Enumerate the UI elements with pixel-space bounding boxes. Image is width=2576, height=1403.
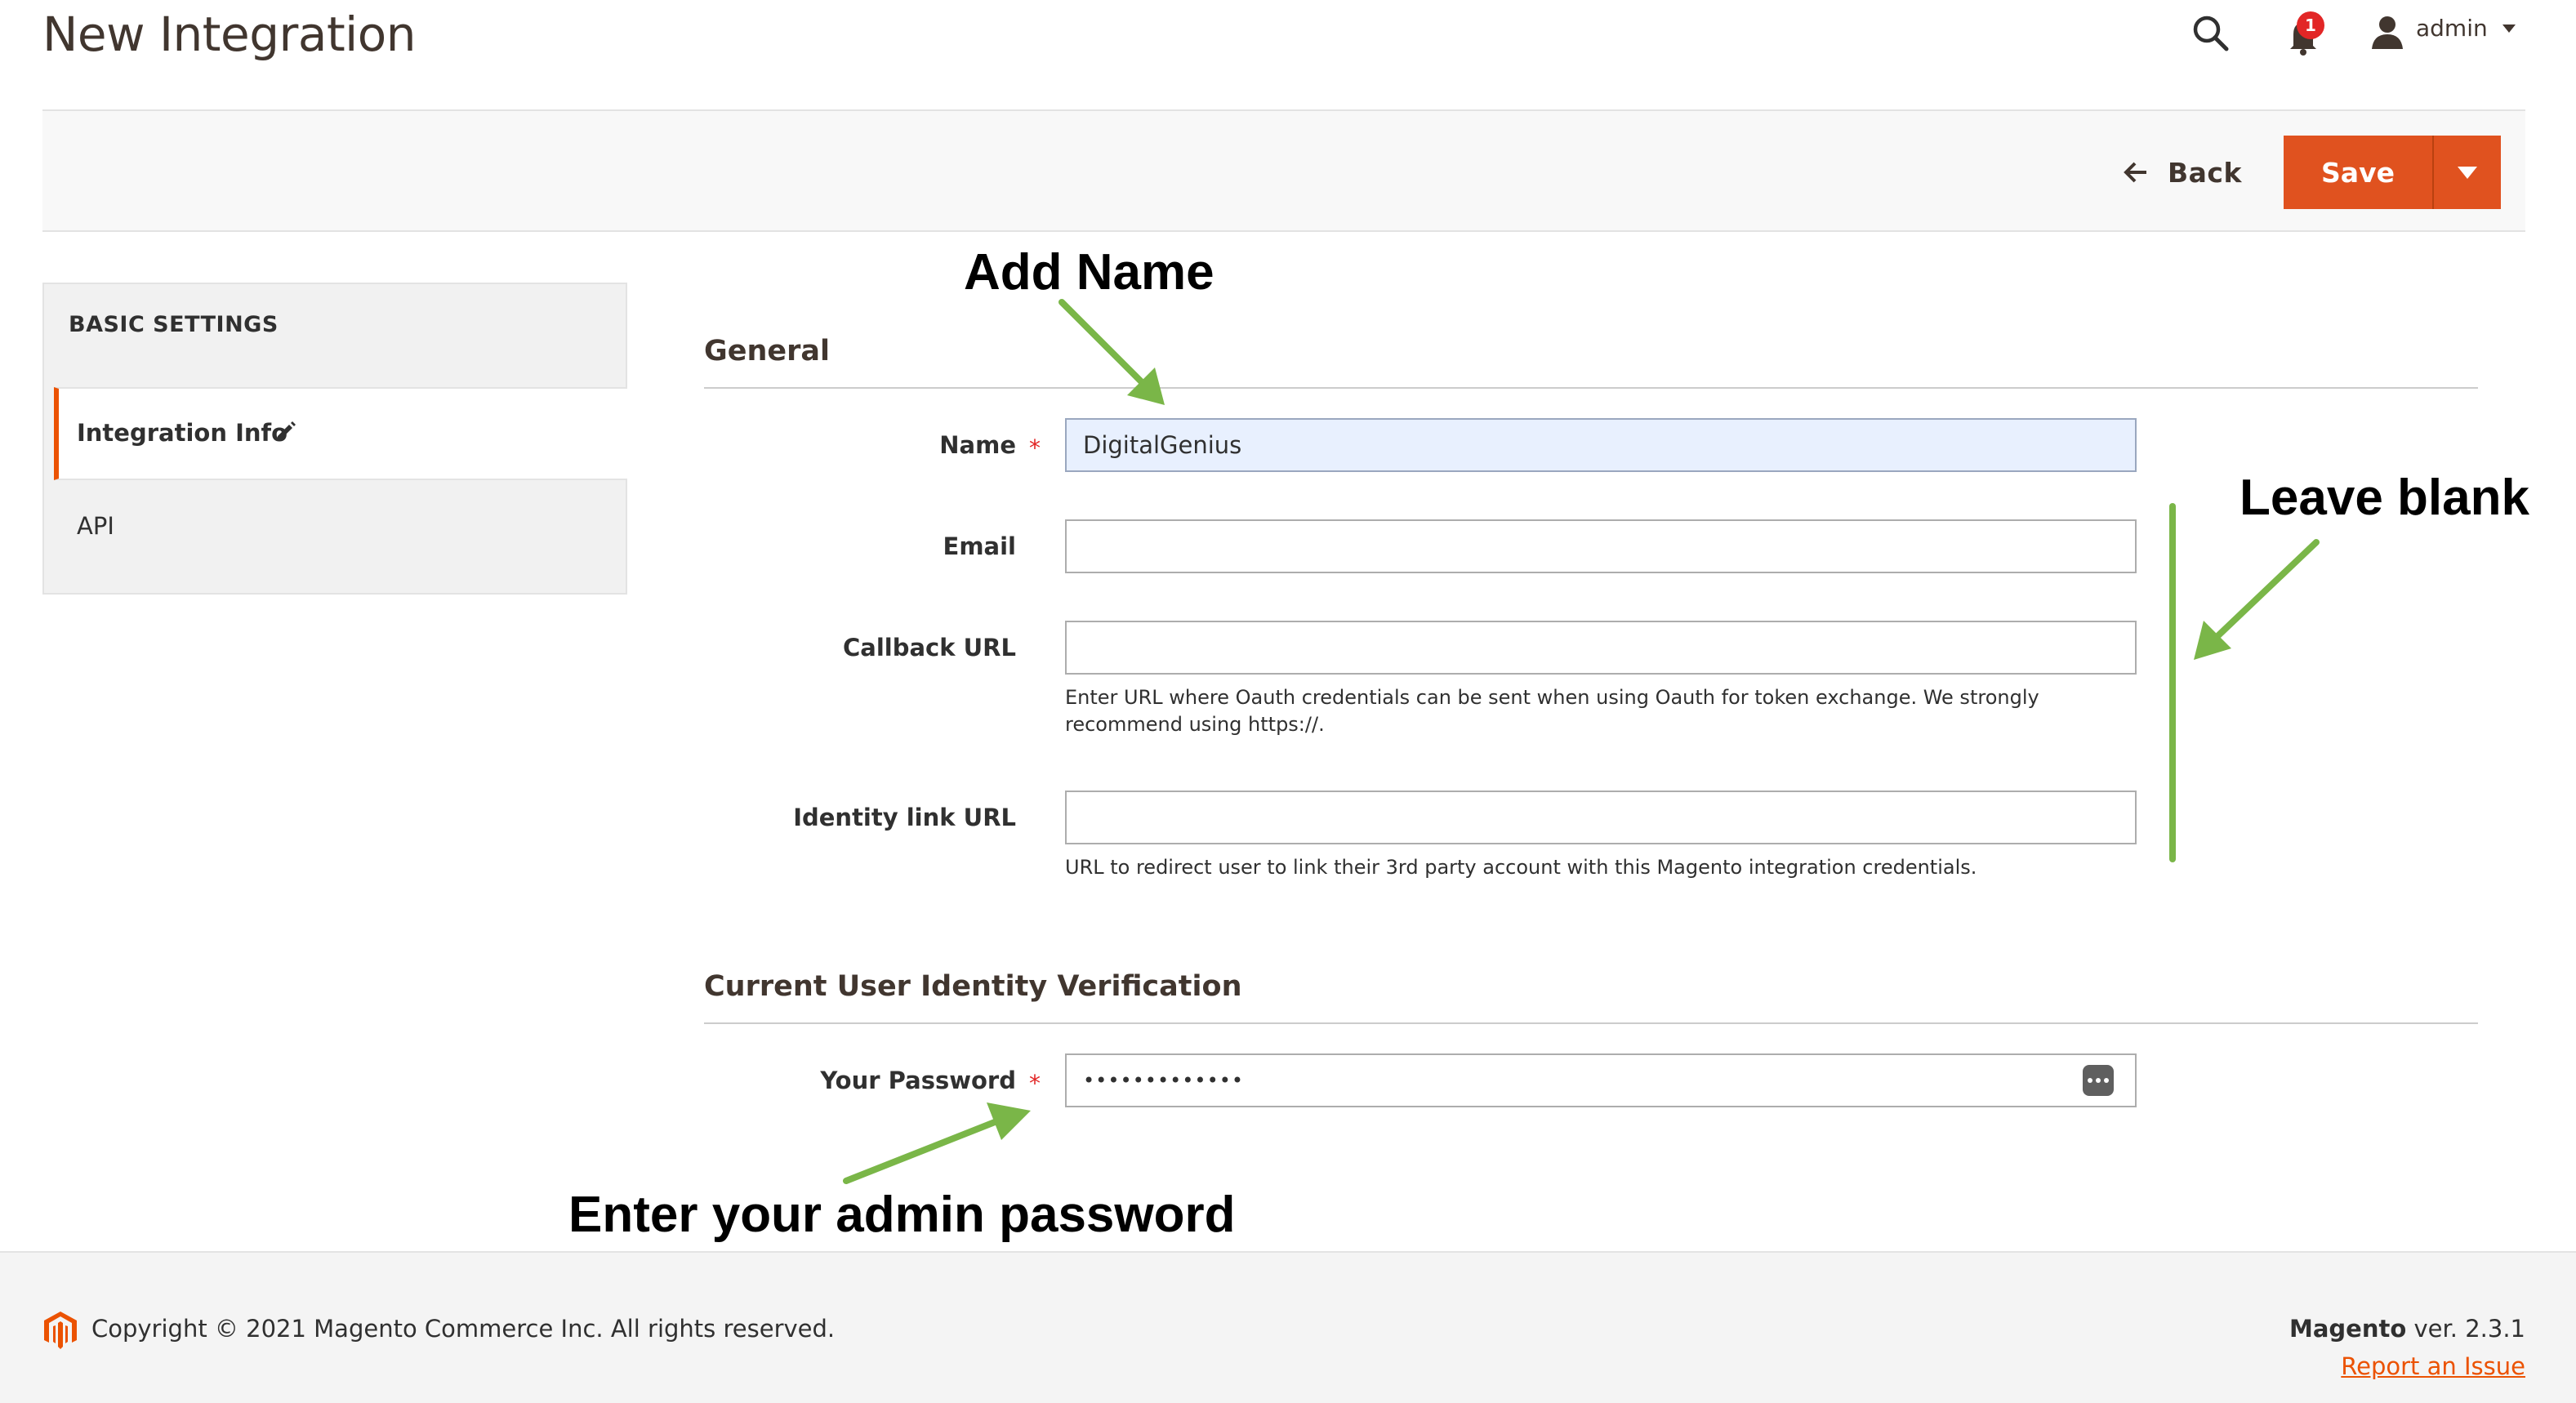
sidebar-item-label[interactable]: Integration Info [77, 419, 287, 447]
footer-brand: Magento [2289, 1315, 2407, 1343]
back-button[interactable]: Back [2122, 150, 2242, 194]
save-options-toggle[interactable] [2432, 136, 2501, 209]
sidebar-heading[interactable]: BASIC SETTINGS [69, 312, 279, 337]
section-title-general: General [704, 335, 830, 367]
password-value: ••••••••••••• [1083, 1069, 1245, 1092]
magento-logo-icon [44, 1312, 77, 1349]
email-input[interactable] [1065, 519, 2137, 573]
sidebar-item-api[interactable]: API [77, 512, 114, 540]
callback-url-label: Callback URL [843, 634, 1016, 661]
page-title: New Integration [42, 7, 417, 62]
name-label: Name [939, 431, 1016, 459]
section-divider [704, 387, 2478, 389]
section-title-verification: Current User Identity Verification [704, 970, 1242, 1003]
chevron-down-icon[interactable] [2502, 24, 2516, 33]
section-divider [704, 1022, 2478, 1024]
arrow-leave-blank-head [2194, 621, 2231, 660]
annotation-enter-password: Enter your admin password [568, 1187, 1236, 1243]
chevron-down-icon [2458, 166, 2477, 179]
report-issue-link[interactable]: Report an Issue [2341, 1352, 2525, 1380]
password-label: Your Password [820, 1067, 1016, 1094]
arrow-password-head [987, 1102, 1031, 1140]
arrow-add-name [1058, 299, 1148, 389]
user-icon[interactable] [2369, 13, 2406, 51]
user-menu-name[interactable]: admin [2416, 15, 2488, 42]
password-reveal-icon[interactable] [2083, 1065, 2114, 1096]
callback-url-note: Enter URL where Oauth credentials can be… [1065, 686, 2039, 736]
annotation-leave-blank: Leave blank [2240, 470, 2529, 526]
identity-link-url-label: Identity link URL [793, 804, 1016, 831]
footer-version: Magento ver. 2.3.1 [2289, 1315, 2525, 1343]
required-marker: * [1029, 1070, 1041, 1097]
callback-url-input[interactable] [1065, 621, 2137, 675]
identity-link-url-note: URL to redirect user to link their 3rd p… [1065, 856, 1977, 879]
email-label: Email [943, 532, 1016, 560]
footer-version-number: ver. 2.3.1 [2406, 1315, 2525, 1343]
annotation-add-name: Add Name [964, 244, 1214, 301]
back-arrow-icon [2124, 162, 2146, 183]
search-icon[interactable] [2189, 11, 2233, 56]
identity-link-url-input[interactable] [1065, 791, 2137, 844]
arrow-add-name-head [1127, 367, 1165, 405]
save-button[interactable]: Save [2284, 136, 2432, 209]
footer-copyright: Copyright © 2021 Magento Commerce Inc. A… [91, 1315, 836, 1343]
password-input[interactable]: ••••••••••••• [1065, 1053, 2137, 1107]
pencil-icon [277, 421, 296, 440]
back-button-label: Back [2168, 156, 2242, 189]
name-input[interactable]: DigitalGenius [1065, 418, 2137, 472]
arrow-password [843, 1119, 998, 1184]
required-marker: * [1029, 434, 1041, 461]
notification-badge[interactable]: 1 [2297, 11, 2324, 39]
arrow-leave-blank [2212, 539, 2320, 642]
